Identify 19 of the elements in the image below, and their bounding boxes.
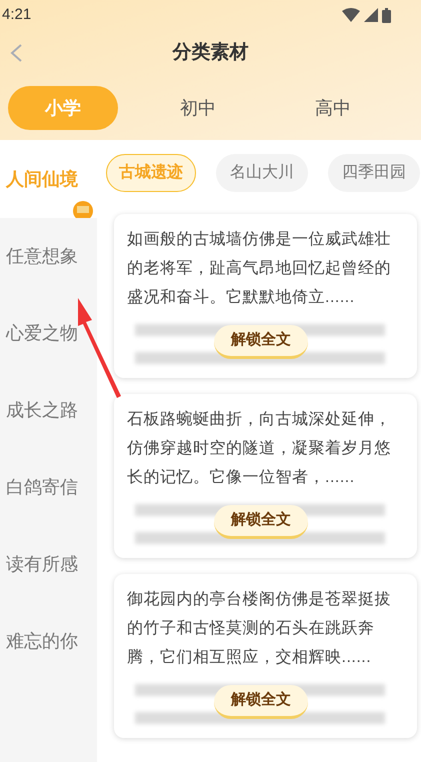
article-excerpt: 石板路蜿蜒曲折，向古城深处延伸，仿佛穿越时空的隧道，凝聚着岁月悠长的记忆。它像一位智者，...... bbox=[127, 410, 392, 488]
status-time: 4:21 bbox=[2, 4, 32, 25]
level-tab[interactable]: 初中 bbox=[143, 86, 253, 130]
article-excerpt: 御花园内的亭台楼阁仿佛是苍翠挺拔的竹子和古怪莫测的石头在跳跃奔腾，它们相互照应，交相辉映...... bbox=[127, 590, 392, 668]
unlock-button[interactable]: 解锁全文 bbox=[214, 685, 308, 719]
topic-chip[interactable]: 名山大川 bbox=[216, 154, 308, 192]
article-card[interactable]: 石板路蜿蜒曲折，向古城深处延伸，仿佛穿越时空的隧道，凝聚着岁月悠长的记忆。它像一位智者，...... 解锁全文 bbox=[114, 394, 417, 558]
level-tab[interactable]: 高中 bbox=[278, 86, 388, 130]
article-excerpt: 如画般的古城墙仿佛是一位威武雄壮的老将军，趾高气昂地回忆起曾经的盛况和奋斗。它默默地倚立...... bbox=[127, 230, 392, 308]
battery-icon bbox=[382, 8, 391, 22]
unlock-button[interactable]: 解锁全文 bbox=[214, 505, 308, 539]
unlock-button[interactable]: 解锁全文 bbox=[214, 325, 308, 359]
article-card[interactable]: 御花园内的亭台楼阁仿佛是苍翠挺拔的竹子和古怪莫测的石头在跳跃奔腾，它们相互照应，交相辉映...... 解锁全文 bbox=[114, 574, 417, 738]
signal-icon bbox=[364, 8, 378, 22]
wifi-icon bbox=[342, 8, 360, 22]
topic-chip[interactable]: 四季田园 bbox=[328, 154, 420, 192]
page-title: 分类素材 bbox=[172, 40, 248, 65]
article-card[interactable]: 如画般的古城墙仿佛是一位威武雄壮的老将军，趾高气昂地回忆起曾经的盛况和奋斗。它默默地倚立...... 解锁全文 bbox=[114, 214, 417, 378]
back-icon[interactable] bbox=[9, 43, 23, 63]
